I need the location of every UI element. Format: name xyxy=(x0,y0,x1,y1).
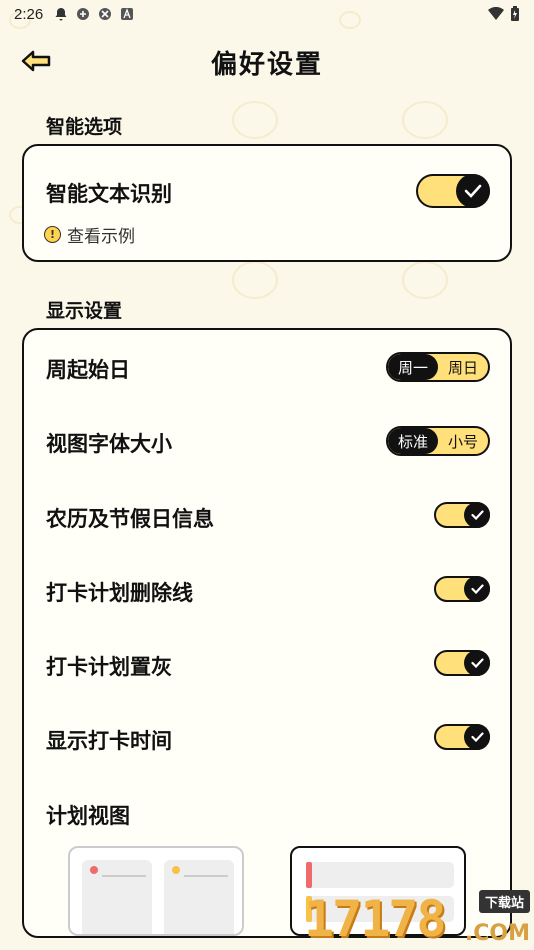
week-start-segment[interactable]: 周一 周日 xyxy=(386,352,490,382)
strikethrough-label: 打卡计划删除线 xyxy=(46,581,193,605)
app-icon xyxy=(99,8,112,20)
toggle-knob xyxy=(456,174,490,208)
app-icon xyxy=(77,8,90,20)
view-example-link[interactable]: ! 查看示例 xyxy=(44,222,135,247)
toggle-knob xyxy=(464,576,490,602)
check-icon xyxy=(470,732,484,742)
font-size-label: 视图字体大小 xyxy=(46,432,172,456)
notification-bell-icon xyxy=(55,8,67,21)
gray-out-toggle[interactable] xyxy=(434,650,490,676)
week-start-option-monday[interactable]: 周一 xyxy=(388,354,438,380)
gray-out-label: 打卡计划置灰 xyxy=(46,655,172,679)
page-title: 偏好设置 xyxy=(210,50,323,80)
check-icon xyxy=(464,184,482,198)
status-right xyxy=(488,6,520,22)
text-recognition-toggle[interactable] xyxy=(416,174,490,208)
watermark: 17178 下载站 .COM xyxy=(304,890,534,950)
app-icon xyxy=(121,8,134,20)
week-start-option-sunday[interactable]: 周日 xyxy=(438,354,488,380)
show-checkin-time-label: 显示打卡时间 xyxy=(46,729,172,753)
grid-view-preview xyxy=(82,860,234,934)
check-icon xyxy=(470,510,484,520)
lunar-holiday-toggle[interactable] xyxy=(434,502,490,528)
wifi-icon xyxy=(488,7,504,20)
status-time: 2:26 xyxy=(14,5,44,23)
check-icon xyxy=(470,658,484,668)
watermark-badge: 下载站 xyxy=(478,890,530,913)
watermark-digits: 17178 xyxy=(304,890,447,948)
header: 偏好设置 xyxy=(0,36,534,88)
font-size-segment[interactable]: 标准 小号 xyxy=(386,426,490,456)
warning-icon: ! xyxy=(44,226,61,243)
font-size-option-small[interactable]: 小号 xyxy=(438,428,488,454)
toggle-knob xyxy=(464,650,490,676)
watermark-suffix: .COM xyxy=(464,921,530,946)
show-checkin-time-toggle[interactable] xyxy=(434,724,490,750)
toggle-knob xyxy=(464,502,490,528)
display-settings-card: 周起始日 周一 周日 视图字体大小 标准 小号 农历及节假日信息 打卡计划删除线… xyxy=(22,328,512,938)
section-title-display: 显示设置 xyxy=(46,300,123,322)
battery-icon xyxy=(511,6,519,21)
text-recognition-label: 智能文本识别 xyxy=(46,182,172,206)
view-example-label: 查看示例 xyxy=(67,227,135,247)
plan-view-option-grid[interactable] xyxy=(68,846,244,936)
toggle-knob xyxy=(464,724,490,750)
plan-view-label: 计划视图 xyxy=(46,804,130,828)
status-bar: 2:26 xyxy=(0,0,534,28)
check-icon xyxy=(470,584,484,594)
section-title-smart: 智能选项 xyxy=(46,116,123,138)
smart-options-card: 智能文本识别 ! 查看示例 xyxy=(22,144,512,262)
week-start-label: 周起始日 xyxy=(46,358,130,382)
font-size-option-standard[interactable]: 标准 xyxy=(388,428,438,454)
lunar-holiday-label: 农历及节假日信息 xyxy=(46,507,214,531)
strikethrough-toggle[interactable] xyxy=(434,576,490,602)
